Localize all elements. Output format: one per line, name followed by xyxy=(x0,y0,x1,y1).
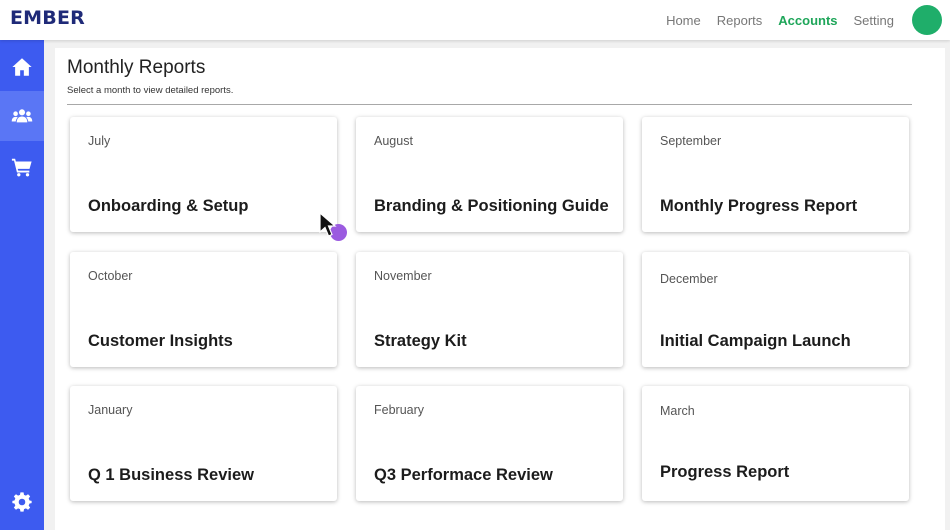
report-card[interactable]: September Monthly Progress Report xyxy=(642,117,909,232)
cart-icon xyxy=(11,158,32,177)
main-panel: Monthly Reports Select a month to view d… xyxy=(55,48,945,530)
card-title: Customer Insights xyxy=(88,332,233,350)
nav-accounts[interactable]: Accounts xyxy=(778,13,837,28)
card-month: January xyxy=(88,403,133,417)
card-title: Initial Campaign Launch xyxy=(660,332,851,350)
card-title: Onboarding & Setup xyxy=(88,197,249,215)
card-title: Q 1 Business Review xyxy=(88,466,254,484)
sidebar-settings-button[interactable] xyxy=(0,477,44,527)
page-title: Monthly Reports xyxy=(67,57,206,78)
sidebar-item-home[interactable] xyxy=(0,42,44,92)
gear-icon xyxy=(12,492,32,512)
divider xyxy=(67,104,912,105)
report-card[interactable]: February Q3 Performace Review xyxy=(356,386,623,501)
card-title: Progress Report xyxy=(660,463,790,481)
sidebar xyxy=(0,40,44,530)
card-month: October xyxy=(88,269,133,283)
card-month: February xyxy=(374,403,425,417)
card-title: Branding & Positioning Guide xyxy=(374,197,609,215)
report-card[interactable]: March Progress Report xyxy=(642,386,909,501)
card-month: March xyxy=(660,404,695,418)
avatar[interactable] xyxy=(912,5,942,35)
report-card[interactable]: August Branding & Positioning Guide xyxy=(356,117,623,232)
card-title: Q3 Performace Review xyxy=(374,466,553,484)
top-nav: Home Reports Accounts Setting xyxy=(666,0,950,40)
nav-reports[interactable]: Reports xyxy=(717,13,763,28)
page-subtitle: Select a month to view detailed reports. xyxy=(67,85,234,96)
card-title: Monthly Progress Report xyxy=(660,197,858,215)
nav-home[interactable]: Home xyxy=(666,13,701,28)
card-month: July xyxy=(88,134,111,148)
report-card[interactable]: January Q 1 Business Review xyxy=(70,386,337,501)
card-month: December xyxy=(660,272,718,286)
home-icon xyxy=(12,58,32,76)
sidebar-item-cart[interactable] xyxy=(0,142,44,192)
report-card[interactable]: October Customer Insights xyxy=(70,252,337,367)
card-month: August xyxy=(374,134,413,148)
top-bar: EMBER Home Reports Accounts Setting xyxy=(0,0,950,40)
sidebar-item-users[interactable] xyxy=(0,91,44,141)
app-logo[interactable]: EMBER xyxy=(10,7,85,29)
card-month: September xyxy=(660,134,722,148)
users-icon xyxy=(11,109,33,123)
mouse-pointer-icon xyxy=(319,212,337,237)
nav-setting[interactable]: Setting xyxy=(854,13,894,28)
card-title: Strategy Kit xyxy=(374,332,467,350)
card-month: November xyxy=(374,269,432,283)
report-card[interactable]: November Strategy Kit xyxy=(356,252,623,367)
report-card[interactable]: July Onboarding & Setup xyxy=(70,117,337,232)
report-card[interactable]: December Initial Campaign Launch xyxy=(642,252,909,367)
